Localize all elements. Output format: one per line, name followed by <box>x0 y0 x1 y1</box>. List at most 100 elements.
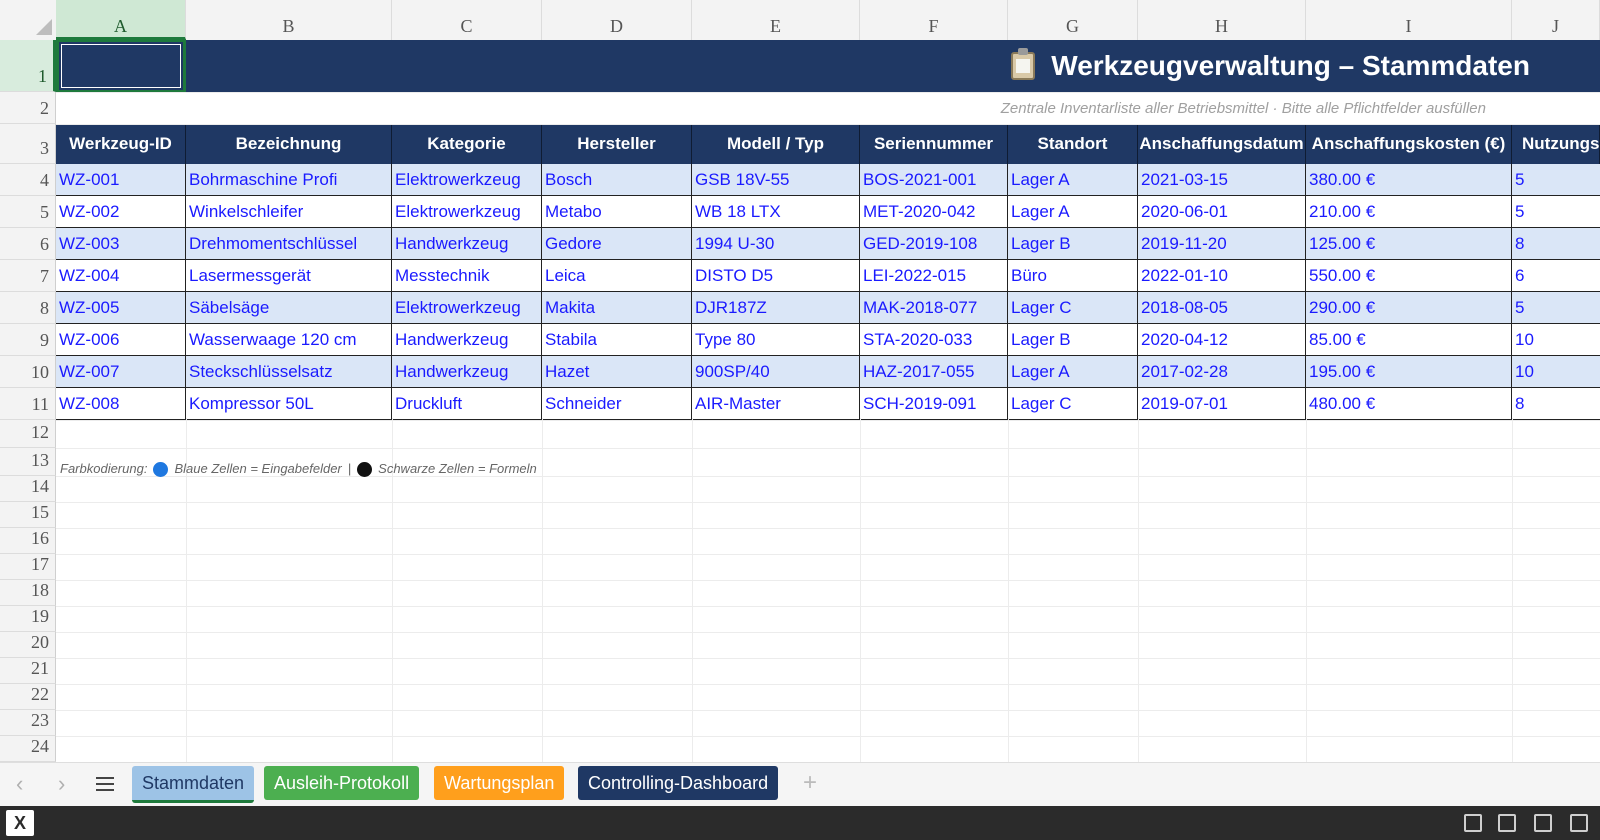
table-cell[interactable]: 5 <box>1512 196 1600 228</box>
row-header-10[interactable]: 10 <box>0 356 56 388</box>
table-cell[interactable]: SCH-2019-091 <box>860 388 1008 420</box>
prev-sheet-icon[interactable]: ‹ <box>16 762 23 806</box>
table-cell[interactable]: GED-2019-108 <box>860 228 1008 260</box>
table-cell[interactable]: 2018-08-05 <box>1138 292 1306 324</box>
next-sheet-icon[interactable]: › <box>58 762 65 806</box>
table-cell[interactable]: GSB 18V-55 <box>692 164 860 196</box>
table-cell[interactable]: WZ-005 <box>56 292 186 324</box>
table-cell[interactable]: Lager B <box>1008 228 1138 260</box>
row-header-13[interactable]: 13 <box>0 448 56 476</box>
table-header-cell[interactable]: Hersteller <box>542 124 692 164</box>
table-cell[interactable]: 900SP/40 <box>692 356 860 388</box>
table-cell[interactable]: Drehmomentschlüssel <box>186 228 392 260</box>
table-cell[interactable]: 2020-04-12 <box>1138 324 1306 356</box>
table-cell[interactable]: Gedore <box>542 228 692 260</box>
table-cell[interactable]: Steckschlüsselsatz <box>186 356 392 388</box>
table-cell[interactable]: 10 <box>1512 324 1600 356</box>
row-header-12[interactable]: 12 <box>0 420 56 448</box>
column-header-g[interactable]: G <box>1008 0 1138 40</box>
table-cell[interactable]: 380.00 € <box>1306 164 1512 196</box>
table-cell[interactable]: STA-2020-033 <box>860 324 1008 356</box>
row-header-18[interactable]: 18 <box>0 580 56 606</box>
table-cell[interactable]: DJR187Z <box>692 292 860 324</box>
row-header-17[interactable]: 17 <box>0 554 56 580</box>
table-cell[interactable]: 85.00 € <box>1306 324 1512 356</box>
sync-icon[interactable] <box>1464 814 1482 832</box>
table-cell[interactable]: Lager A <box>1008 196 1138 228</box>
table-cell[interactable]: Lager A <box>1008 356 1138 388</box>
table-header-cell[interactable]: Nutzungs <box>1512 124 1600 164</box>
row-header-23[interactable]: 23 <box>0 710 56 736</box>
column-header-c[interactable]: C <box>392 0 542 40</box>
sheet-menu-icon[interactable] <box>96 777 114 791</box>
column-header-b[interactable]: B <box>186 0 392 40</box>
table-cell[interactable]: 5 <box>1512 164 1600 196</box>
row-header-20[interactable]: 20 <box>0 632 56 658</box>
table-cell[interactable]: MET-2020-042 <box>860 196 1008 228</box>
table-cell[interactable]: Druckluft <box>392 388 542 420</box>
table-cell[interactable]: WZ-001 <box>56 164 186 196</box>
row-header-8[interactable]: 8 <box>0 292 56 324</box>
table-header-cell[interactable]: Bezeichnung <box>186 124 392 164</box>
table-cell[interactable]: Handwerkzeug <box>392 356 542 388</box>
table-header-cell[interactable]: Kategorie <box>392 124 542 164</box>
table-cell[interactable]: Lager C <box>1008 388 1138 420</box>
table-cell[interactable]: WZ-008 <box>56 388 186 420</box>
table-cell[interactable]: 10 <box>1512 356 1600 388</box>
table-cell[interactable]: Winkelschleifer <box>186 196 392 228</box>
column-header-f[interactable]: F <box>860 0 1008 40</box>
table-cell[interactable]: Lasermessgerät <box>186 260 392 292</box>
table-cell[interactable]: WZ-004 <box>56 260 186 292</box>
table-cell[interactable]: Handwerkzeug <box>392 228 542 260</box>
row-header-5[interactable]: 5 <box>0 196 56 228</box>
row-header-22[interactable]: 22 <box>0 684 56 710</box>
save-icon[interactable] <box>1498 814 1516 832</box>
table-cell[interactable]: Lager A <box>1008 164 1138 196</box>
row-header-16[interactable]: 16 <box>0 528 56 554</box>
table-cell[interactable]: Hazet <box>542 356 692 388</box>
sheet-tab-stammdaten[interactable]: Stammdaten <box>132 766 255 803</box>
table-cell[interactable]: WZ-006 <box>56 324 186 356</box>
table-cell[interactable]: 2019-07-01 <box>1138 388 1306 420</box>
table-cell[interactable]: 290.00 € <box>1306 292 1512 324</box>
table-header-cell[interactable]: Werkzeug-ID <box>56 124 186 164</box>
table-cell[interactable]: Metabo <box>542 196 692 228</box>
row-header-24[interactable]: 24 <box>0 736 56 762</box>
table-cell[interactable]: 6 <box>1512 260 1600 292</box>
add-sheet-icon[interactable]: + <box>803 766 817 800</box>
table-cell[interactable]: WZ-007 <box>56 356 186 388</box>
table-cell[interactable]: 5 <box>1512 292 1600 324</box>
table-cell[interactable]: DISTO D5 <box>692 260 860 292</box>
table-cell[interactable]: Leica <box>542 260 692 292</box>
table-cell[interactable]: 2021-03-15 <box>1138 164 1306 196</box>
table-cell[interactable]: Wasserwaage 120 cm <box>186 324 392 356</box>
table-header-cell[interactable]: Anschaffungskosten (€) <box>1306 124 1512 164</box>
table-cell[interactable]: Type 80 <box>692 324 860 356</box>
table-cell[interactable]: Messtechnik <box>392 260 542 292</box>
table-cell[interactable]: 2019-11-20 <box>1138 228 1306 260</box>
sheet-tab-controlling-dashboard[interactable]: Controlling-Dashboard <box>578 766 779 800</box>
table-header-cell[interactable]: Anschaffungsdatum <box>1138 124 1306 164</box>
table-header-cell[interactable]: Standort <box>1008 124 1138 164</box>
selected-cell-a1[interactable] <box>56 39 186 93</box>
column-header-d[interactable]: D <box>542 0 692 40</box>
table-cell[interactable]: WB 18 LTX <box>692 196 860 228</box>
table-cell[interactable]: Elektrowerkzeug <box>392 196 542 228</box>
table-cell[interactable]: 8 <box>1512 388 1600 420</box>
row-header-21[interactable]: 21 <box>0 658 56 684</box>
row-header-6[interactable]: 6 <box>0 228 56 260</box>
table-cell[interactable]: BOS-2021-001 <box>860 164 1008 196</box>
table-cell[interactable]: Schneider <box>542 388 692 420</box>
column-header-i[interactable]: I <box>1306 0 1512 40</box>
table-cell[interactable]: 2022-01-10 <box>1138 260 1306 292</box>
table-cell[interactable]: 2020-06-01 <box>1138 196 1306 228</box>
table-cell[interactable]: 8 <box>1512 228 1600 260</box>
column-header-h[interactable]: H <box>1138 0 1306 40</box>
table-cell[interactable]: Lager C <box>1008 292 1138 324</box>
table-cell[interactable]: 195.00 € <box>1306 356 1512 388</box>
row-header-1[interactable]: 1 <box>0 40 56 92</box>
table-cell[interactable]: Lager B <box>1008 324 1138 356</box>
sidebar-icon[interactable] <box>1534 814 1552 832</box>
row-header-2[interactable]: 2 <box>0 92 56 124</box>
table-cell[interactable]: Kompressor 50L <box>186 388 392 420</box>
